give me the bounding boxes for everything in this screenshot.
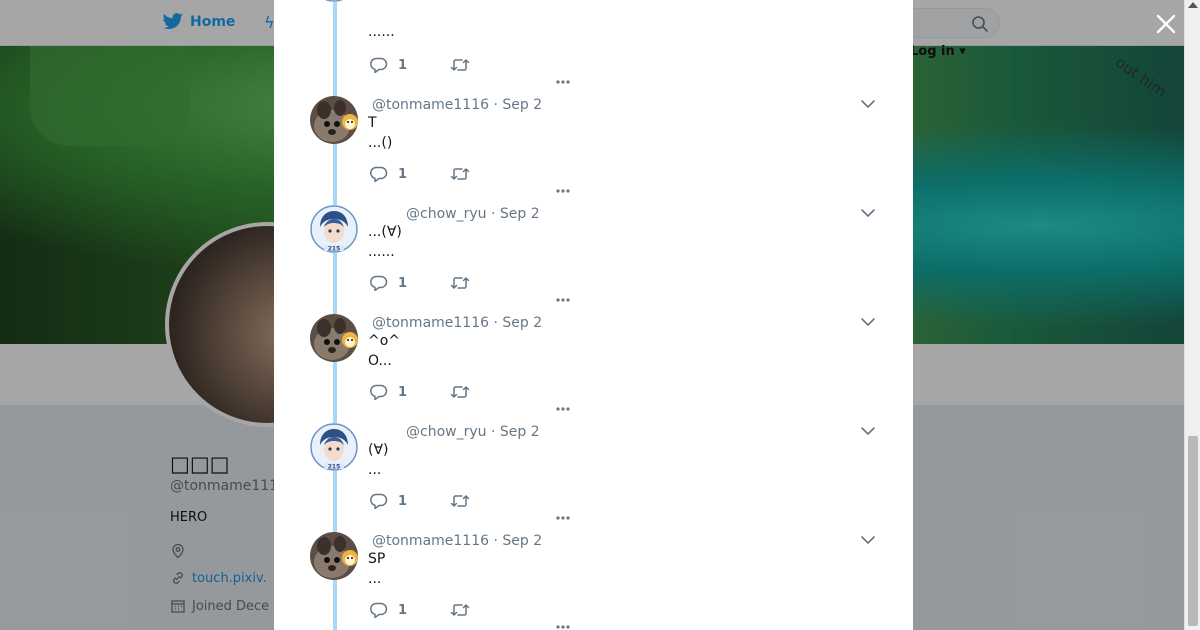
tweet[interactable]: @tonmame1116 · Sep 2 SP ... 1 [274,532,913,630]
tweet-actions: 1 [370,275,470,291]
tweet[interactable]: 215 @chow_ryu · Sep 2 ...(∀) ...... 1 [274,205,913,314]
retweet-icon [450,495,470,507]
retweet-icon [450,386,470,398]
chevron-down-icon[interactable] [860,98,876,110]
reply-button[interactable]: 1 [370,602,450,618]
avatar[interactable] [310,314,358,362]
tweet-header: @tonmame1116 · Sep 2 [372,97,542,113]
reply-icon [370,275,388,291]
tweet-header: @tonmame1116 · Sep 2 [372,533,542,549]
retweet-button[interactable] [450,384,470,400]
retweet-button[interactable] [450,602,470,618]
avatar[interactable] [310,532,358,580]
reply-count: 1 [398,493,408,509]
thread-modal: 215 ...... 1 @tonmame1116 · Sep 2 [274,0,913,630]
tweet-date[interactable]: Sep 2 [502,315,542,331]
avatar[interactable] [310,96,358,144]
tweet-date[interactable]: Sep 2 [500,424,540,440]
tweet-date[interactable]: Sep 2 [502,533,542,549]
tweet-actions: 1 [370,57,470,73]
tweet-handle[interactable]: @chow_ryu [406,206,487,222]
more-dots-icon [556,80,570,84]
more-dots-icon [556,189,570,193]
tweet-partial[interactable]: 215 ...... 1 [274,0,913,96]
more-dots-icon [556,407,570,411]
tweet-actions: 1 [370,493,470,509]
tweet-actions: 1 [370,602,470,618]
retweet-button[interactable] [450,493,470,509]
retweet-button[interactable] [450,57,470,73]
reply-button[interactable]: 1 [370,493,450,509]
tweet-header: @chow_ryu · Sep 2 [406,206,540,222]
reply-icon [370,384,388,400]
tweet-text-line: ... [368,462,382,478]
retweet-button[interactable] [450,275,470,291]
tweet-text-line: ...... [368,244,395,260]
more-dots-icon [556,516,570,520]
tweet-separator: · [490,206,500,222]
tweet-header: @chow_ryu · Sep 2 [406,424,540,440]
reply-button[interactable]: 1 [370,57,450,73]
tweet-handle[interactable]: @chow_ryu [406,424,487,440]
tweet-text-line: ...... [368,24,395,40]
reply-count: 1 [398,57,408,73]
reply-button[interactable]: 1 [370,275,450,291]
more-dots-icon [556,298,570,302]
reply-button[interactable]: 1 [370,384,450,400]
reply-icon [370,57,388,73]
retweet-icon [450,168,470,180]
avatar[interactable]: 215 [310,423,358,471]
tweet-separator: · [490,424,500,440]
tweet-date[interactable]: Sep 2 [500,206,540,222]
chevron-down-icon[interactable] [860,425,876,437]
chevron-down-icon[interactable] [860,316,876,328]
reply-icon [370,166,388,182]
svg-text:215: 215 [328,0,341,2]
reply-icon [370,602,388,618]
tweet[interactable]: @tonmame1116 · Sep 2 T ...() 1 [274,96,913,205]
close-icon[interactable] [1154,12,1178,36]
svg-text:215: 215 [328,246,341,253]
retweet-icon [450,59,470,71]
avatar[interactable]: 215 [310,0,358,2]
reply-count: 1 [398,384,408,400]
page-scrollbar[interactable] [1184,0,1200,630]
more-dots-icon [556,625,570,629]
chevron-down-icon[interactable] [860,534,876,546]
tweet-text-line: ...(∀) [368,224,402,240]
avatar[interactable]: 215 [310,205,358,253]
tweet-text-line: O... [368,353,392,369]
tweet[interactable]: 215 @chow_ryu · Sep 2 (∀) ... 1 [274,423,913,532]
tweet-actions: 1 [370,166,470,182]
reply-count: 1 [398,275,408,291]
tweet-handle[interactable]: @tonmame1116 [372,533,489,549]
reply-icon [370,493,388,509]
tweet-text-line: ...() [368,135,393,151]
tweet-actions: 1 [370,384,470,400]
tweet-text-line: ^o^ [368,333,401,349]
retweet-icon [450,604,470,616]
tweet-text-line: T [368,115,377,131]
reply-count: 1 [398,166,408,182]
tweet-text-line: SP [368,551,386,567]
tweet[interactable]: @tonmame1116 · Sep 2 ^o^ O... 1 [274,314,913,423]
tweet-text-line: (∀) [368,442,389,458]
retweet-button[interactable] [450,166,470,182]
retweet-icon [450,277,470,289]
scroll-thumb[interactable] [1188,436,1198,626]
tweet-header: @tonmame1116 · Sep 2 [372,315,542,331]
reply-button[interactable]: 1 [370,166,450,182]
scroll-up-arrow[interactable] [1188,2,1198,8]
chevron-down-icon[interactable] [860,207,876,219]
tweet-handle[interactable]: @tonmame1116 [372,315,489,331]
tweet-handle[interactable]: @tonmame1116 [372,97,489,113]
tweet-text-line: ... [368,571,382,587]
svg-text:215: 215 [328,464,341,471]
tweet-date[interactable]: Sep 2 [502,97,542,113]
reply-count: 1 [398,602,408,618]
